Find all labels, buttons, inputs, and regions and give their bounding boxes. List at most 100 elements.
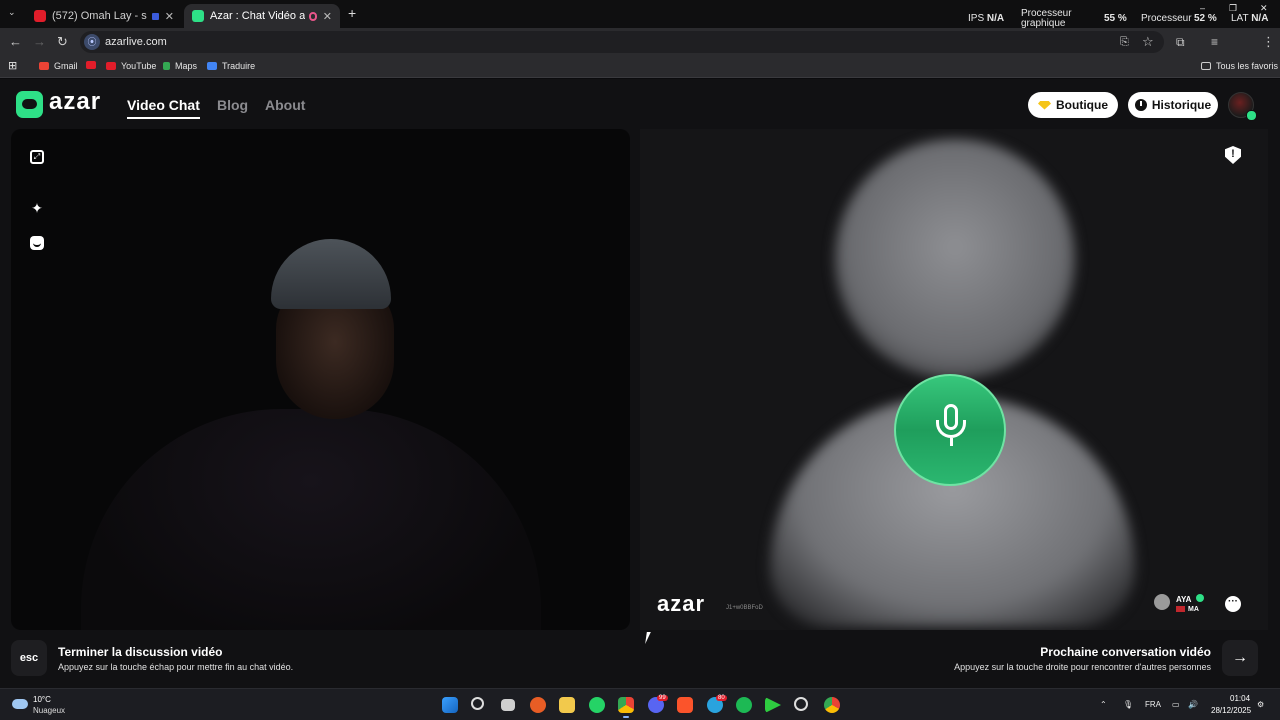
task-view-icon[interactable] bbox=[501, 699, 515, 711]
face-filter-icon[interactable] bbox=[30, 236, 44, 250]
volume-icon[interactable]: 🔊 bbox=[1188, 700, 1198, 709]
bookmark-traduire[interactable]: Traduire bbox=[207, 61, 255, 71]
nav-blog[interactable]: Blog bbox=[217, 97, 248, 113]
tab-title: (572) Omah Lay - soso (Offi bbox=[52, 10, 147, 22]
user-avatar[interactable] bbox=[1228, 92, 1257, 121]
chat-bubble-button[interactable]: ··· bbox=[1225, 596, 1241, 612]
nav-about[interactable]: About bbox=[265, 97, 305, 113]
address-bar[interactable]: ⦿ azarlive.com bbox=[80, 31, 1164, 53]
mic-tray-icon[interactable]: 🎙 bbox=[1123, 700, 1133, 709]
app-circle-icon[interactable] bbox=[794, 697, 808, 711]
chrome-alt-icon[interactable] bbox=[824, 697, 840, 713]
cpu-value: 52 % bbox=[1194, 13, 1217, 24]
extensions-icon[interactable]: ⧉ bbox=[1176, 35, 1185, 49]
tray-overflow-icon[interactable]: ⌃ bbox=[1100, 700, 1107, 709]
mouse-cursor-icon bbox=[645, 632, 655, 644]
next-chat-title: Prochaine conversation vidéo bbox=[1040, 645, 1211, 659]
self-person-cap bbox=[271, 239, 391, 309]
historique-button[interactable]: Historique bbox=[1128, 92, 1218, 118]
close-tab-icon[interactable]: ✕ bbox=[165, 10, 174, 23]
notifications-icon[interactable]: ⚙ bbox=[1257, 700, 1264, 709]
tab-youtube[interactable]: (572) Omah Lay - soso (Offi ✕ bbox=[26, 4, 182, 28]
clock-date[interactable]: 28/12/2025 bbox=[1211, 706, 1251, 715]
bookmark-gmail[interactable]: Gmail bbox=[39, 61, 78, 71]
tab-strip: ⌄ (572) Omah Lay - soso (Offi ✕ Azar : C… bbox=[0, 0, 1280, 29]
gmail-icon bbox=[39, 62, 49, 70]
end-chat-title: Terminer la discussion vidéo bbox=[58, 645, 223, 659]
translate-icon bbox=[207, 62, 217, 70]
recording-icon bbox=[309, 11, 317, 21]
browser-menu-icon[interactable]: ⋮ bbox=[1262, 35, 1275, 49]
windows-start-icon[interactable] bbox=[442, 697, 458, 713]
verified-badge-icon bbox=[1196, 594, 1204, 602]
expand-icon[interactable]: ⤢ bbox=[30, 150, 44, 164]
file-explorer-icon[interactable] bbox=[559, 697, 575, 713]
whatsapp-icon[interactable] bbox=[589, 697, 605, 713]
nav-video-chat[interactable]: Video Chat bbox=[127, 97, 200, 119]
app-icon[interactable] bbox=[530, 697, 546, 713]
browser-toolbar: ← → ↻ ⦿ azarlive.com ⎘ ☆ ⧉ ≡ ⋮ bbox=[0, 28, 1280, 76]
lat-label: LAT bbox=[1231, 13, 1249, 24]
next-arrow-button[interactable]: → bbox=[1222, 640, 1258, 676]
media-control-icon[interactable]: ≡ bbox=[1211, 35, 1218, 49]
weather-condition: Nuageux bbox=[33, 706, 66, 715]
bookmark-maps[interactable]: Maps bbox=[163, 61, 197, 71]
ips-value: N/A bbox=[986, 13, 1005, 24]
esc-key-button[interactable]: esc bbox=[11, 640, 47, 676]
maps-pin-icon bbox=[163, 62, 170, 70]
sparkle-effects-icon[interactable]: ✦ bbox=[30, 201, 44, 215]
placeholder-head bbox=[835, 139, 1075, 379]
azar-page: azar Video Chat Blog About Boutique Hist… bbox=[0, 79, 1280, 688]
azar-favicon-icon bbox=[192, 10, 204, 22]
partner-id: J1+w0BBFoD bbox=[726, 605, 763, 611]
bookmarks-bar: ⊞ Gmail YouTube Maps Traduire Tous les f… bbox=[0, 56, 1280, 78]
site-info-icon[interactable]: ⦿ bbox=[84, 34, 100, 50]
report-shield-icon[interactable]: ! bbox=[1225, 146, 1241, 164]
bookmark-youtube-icon-only[interactable] bbox=[86, 61, 101, 69]
self-video-feed: ⤢ ✦ bbox=[11, 129, 630, 630]
microphone-icon bbox=[894, 374, 1006, 486]
ips-label: IPS bbox=[968, 13, 985, 24]
search-icon[interactable] bbox=[471, 697, 484, 710]
azar-logo-icon[interactable] bbox=[16, 91, 43, 118]
azar-watermark: azar bbox=[657, 591, 706, 616]
back-icon[interactable]: ← bbox=[9, 35, 22, 49]
telegram-badge: 80 bbox=[716, 695, 727, 701]
reload-icon[interactable]: ↻ bbox=[57, 35, 68, 49]
youtube-favicon-icon bbox=[34, 10, 46, 22]
bookmark-star-icon[interactable]: ☆ bbox=[1142, 35, 1154, 49]
minimize-icon[interactable]: – bbox=[1200, 3, 1205, 13]
partner-video-feed: ! azar J1+w0BBFoD AYA MA ··· bbox=[640, 129, 1268, 630]
tab-azar[interactable]: Azar : Chat Vidéo avec de n ✕ bbox=[184, 4, 340, 28]
install-app-icon[interactable]: ⎘ bbox=[1120, 35, 1129, 49]
azar-logo-text[interactable]: azar bbox=[49, 88, 101, 116]
clock-time[interactable]: 01:04 bbox=[1230, 694, 1250, 703]
weather-cloud-icon[interactable] bbox=[12, 699, 28, 709]
boutique-button[interactable]: Boutique bbox=[1028, 92, 1118, 118]
bookmark-youtube[interactable]: YouTube bbox=[106, 61, 156, 71]
spotify-icon[interactable] bbox=[736, 697, 752, 713]
youtube-icon bbox=[86, 61, 96, 69]
clock-icon bbox=[1134, 99, 1147, 111]
partner-country: MA bbox=[1176, 606, 1199, 613]
all-bookmarks-folder[interactable]: Tous les favoris bbox=[1201, 61, 1278, 71]
close-tab-icon[interactable]: ✕ bbox=[323, 10, 332, 23]
chrome-icon[interactable] bbox=[618, 697, 634, 718]
restore-icon[interactable]: ❐ bbox=[1229, 3, 1237, 13]
diamond-icon bbox=[1038, 100, 1051, 110]
folder-icon bbox=[1201, 62, 1211, 70]
apps-grid-icon[interactable]: ⊞ bbox=[8, 59, 17, 72]
forward-icon[interactable]: → bbox=[33, 35, 46, 49]
lat-value: N/A bbox=[1251, 13, 1269, 24]
new-tab-button[interactable]: + bbox=[348, 5, 356, 21]
end-chat-subtitle: Appuyez sur la touche échap pour mettre … bbox=[58, 662, 294, 672]
tab-search-chevron-icon[interactable]: ⌄ bbox=[8, 7, 16, 18]
brave-icon[interactable] bbox=[677, 697, 693, 713]
close-window-icon[interactable]: ✕ bbox=[1260, 3, 1268, 13]
network-icon[interactable]: ▭ bbox=[1172, 700, 1180, 709]
partner-avatar-icon[interactable] bbox=[1154, 594, 1170, 610]
taskbar: 10°C Nuageux 99 80 ⌃ 🎙 FRA ▭ 🔊 01:04 28/… bbox=[0, 688, 1280, 720]
media-player-icon[interactable] bbox=[765, 697, 781, 713]
language-indicator[interactable]: FRA bbox=[1145, 700, 1161, 709]
discord-badge: 99 bbox=[657, 695, 668, 701]
